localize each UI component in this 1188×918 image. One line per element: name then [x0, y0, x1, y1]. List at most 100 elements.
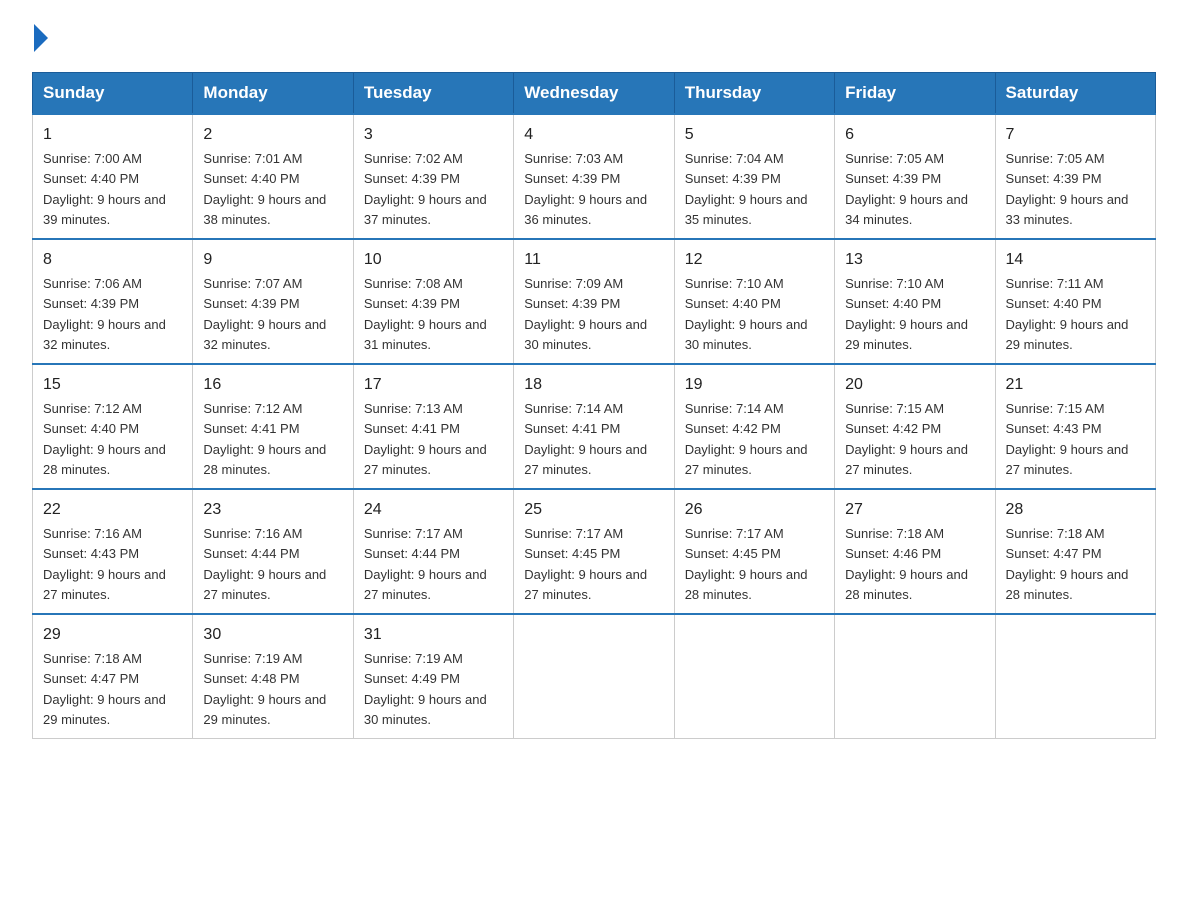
calendar-cell: 23 Sunrise: 7:16 AMSunset: 4:44 PMDayligh…	[193, 489, 353, 614]
day-number: 5	[685, 123, 824, 147]
calendar-cell: 27 Sunrise: 7:18 AMSunset: 4:46 PMDayligh…	[835, 489, 995, 614]
day-info: Sunrise: 7:14 AMSunset: 4:41 PMDaylight:…	[524, 401, 647, 477]
calendar-cell: 14Sunrise: 7:11 AMSunset: 4:40 PMDayligh…	[995, 239, 1155, 364]
calendar-cell: 6Sunrise: 7:05 AMSunset: 4:39 PMDaylight…	[835, 114, 995, 239]
day-number: 3	[364, 123, 503, 147]
day-info: Sunrise: 7:01 AMSunset: 4:40 PMDaylight:…	[203, 151, 326, 227]
day-info: Sunrise: 7:00 AMSunset: 4:40 PMDaylight:…	[43, 151, 166, 227]
calendar-cell: 31 Sunrise: 7:19 AMSunset: 4:49 PMDayligh…	[353, 614, 513, 739]
calendar-cell: 18 Sunrise: 7:14 AMSunset: 4:41 PMDayligh…	[514, 364, 674, 489]
calendar-cell: 5 Sunrise: 7:04 AMSunset: 4:39 PMDaylight…	[674, 114, 834, 239]
day-number: 12	[685, 248, 824, 272]
calendar-week-4: 22Sunrise: 7:16 AMSunset: 4:43 PMDayligh…	[33, 489, 1156, 614]
weekday-header-monday: Monday	[193, 73, 353, 115]
day-number: 18	[524, 373, 663, 397]
day-info: Sunrise: 7:03 AMSunset: 4:39 PMDaylight:…	[524, 151, 647, 227]
calendar-cell: 7 Sunrise: 7:05 AMSunset: 4:39 PMDaylight…	[995, 114, 1155, 239]
day-number: 14	[1006, 248, 1145, 272]
day-number: 11	[524, 248, 663, 272]
day-info: Sunrise: 7:05 AMSunset: 4:39 PMDaylight:…	[1006, 151, 1129, 227]
calendar-cell: 10 Sunrise: 7:08 AMSunset: 4:39 PMDayligh…	[353, 239, 513, 364]
day-number: 6	[845, 123, 984, 147]
day-info: Sunrise: 7:06 AMSunset: 4:39 PMDaylight:…	[43, 276, 166, 352]
day-number: 2	[203, 123, 342, 147]
day-number: 9	[203, 248, 342, 272]
page-header	[32, 24, 1156, 52]
calendar-week-1: 1 Sunrise: 7:00 AMSunset: 4:40 PMDaylight…	[33, 114, 1156, 239]
day-number: 17	[364, 373, 503, 397]
weekday-header-row: SundayMondayTuesdayWednesdayThursdayFrid…	[33, 73, 1156, 115]
day-info: Sunrise: 7:19 AMSunset: 4:49 PMDaylight:…	[364, 651, 487, 727]
day-info: Sunrise: 7:14 AMSunset: 4:42 PMDaylight:…	[685, 401, 808, 477]
day-info: Sunrise: 7:15 AMSunset: 4:43 PMDaylight:…	[1006, 401, 1129, 477]
day-number: 30	[203, 623, 342, 647]
calendar-cell	[835, 614, 995, 739]
calendar-cell: 8 Sunrise: 7:06 AMSunset: 4:39 PMDaylight…	[33, 239, 193, 364]
calendar-week-3: 15 Sunrise: 7:12 AMSunset: 4:40 PMDayligh…	[33, 364, 1156, 489]
calendar-cell: 17Sunrise: 7:13 AMSunset: 4:41 PMDayligh…	[353, 364, 513, 489]
calendar-cell: 30 Sunrise: 7:19 AMSunset: 4:48 PMDayligh…	[193, 614, 353, 739]
day-info: Sunrise: 7:12 AMSunset: 4:40 PMDaylight:…	[43, 401, 166, 477]
calendar-cell: 21 Sunrise: 7:15 AMSunset: 4:43 PMDayligh…	[995, 364, 1155, 489]
day-info: Sunrise: 7:09 AMSunset: 4:39 PMDaylight:…	[524, 276, 647, 352]
day-number: 16	[203, 373, 342, 397]
day-info: Sunrise: 7:10 AMSunset: 4:40 PMDaylight:…	[685, 276, 808, 352]
day-number: 23	[203, 498, 342, 522]
calendar-cell: 19 Sunrise: 7:14 AMSunset: 4:42 PMDayligh…	[674, 364, 834, 489]
day-number: 27	[845, 498, 984, 522]
day-number: 22	[43, 498, 182, 522]
day-info: Sunrise: 7:17 AMSunset: 4:45 PMDaylight:…	[524, 526, 647, 602]
day-number: 20	[845, 373, 984, 397]
calendar-cell: 26 Sunrise: 7:17 AMSunset: 4:45 PMDayligh…	[674, 489, 834, 614]
day-number: 7	[1006, 123, 1145, 147]
day-info: Sunrise: 7:08 AMSunset: 4:39 PMDaylight:…	[364, 276, 487, 352]
weekday-header-sunday: Sunday	[33, 73, 193, 115]
calendar-cell	[514, 614, 674, 739]
calendar-cell: 2 Sunrise: 7:01 AMSunset: 4:40 PMDaylight…	[193, 114, 353, 239]
day-number: 13	[845, 248, 984, 272]
day-info: Sunrise: 7:18 AMSunset: 4:46 PMDaylight:…	[845, 526, 968, 602]
calendar-cell	[674, 614, 834, 739]
day-number: 25	[524, 498, 663, 522]
weekday-header-friday: Friday	[835, 73, 995, 115]
day-info: Sunrise: 7:17 AMSunset: 4:45 PMDaylight:…	[685, 526, 808, 602]
calendar-week-5: 29Sunrise: 7:18 AMSunset: 4:47 PMDayligh…	[33, 614, 1156, 739]
day-info: Sunrise: 7:16 AMSunset: 4:44 PMDaylight:…	[203, 526, 326, 602]
day-info: Sunrise: 7:07 AMSunset: 4:39 PMDaylight:…	[203, 276, 326, 352]
day-number: 8	[43, 248, 182, 272]
calendar-cell: 3 Sunrise: 7:02 AMSunset: 4:39 PMDaylight…	[353, 114, 513, 239]
day-number: 21	[1006, 373, 1145, 397]
calendar-cell: 12 Sunrise: 7:10 AMSunset: 4:40 PMDayligh…	[674, 239, 834, 364]
calendar-cell: 4 Sunrise: 7:03 AMSunset: 4:39 PMDaylight…	[514, 114, 674, 239]
day-info: Sunrise: 7:19 AMSunset: 4:48 PMDaylight:…	[203, 651, 326, 727]
calendar-cell: 1 Sunrise: 7:00 AMSunset: 4:40 PMDaylight…	[33, 114, 193, 239]
day-info: Sunrise: 7:15 AMSunset: 4:42 PMDaylight:…	[845, 401, 968, 477]
calendar-cell: 28 Sunrise: 7:18 AMSunset: 4:47 PMDayligh…	[995, 489, 1155, 614]
weekday-header-thursday: Thursday	[674, 73, 834, 115]
day-number: 28	[1006, 498, 1145, 522]
calendar-cell: 11 Sunrise: 7:09 AMSunset: 4:39 PMDayligh…	[514, 239, 674, 364]
weekday-header-saturday: Saturday	[995, 73, 1155, 115]
day-number: 26	[685, 498, 824, 522]
logo	[32, 24, 50, 52]
calendar-week-2: 8 Sunrise: 7:06 AMSunset: 4:39 PMDaylight…	[33, 239, 1156, 364]
day-info: Sunrise: 7:10 AMSunset: 4:40 PMDaylight:…	[845, 276, 968, 352]
logo-triangle-icon	[34, 24, 48, 52]
weekday-header-tuesday: Tuesday	[353, 73, 513, 115]
day-number: 31	[364, 623, 503, 647]
day-number: 1	[43, 123, 182, 147]
day-number: 10	[364, 248, 503, 272]
calendar-cell: 20 Sunrise: 7:15 AMSunset: 4:42 PMDayligh…	[835, 364, 995, 489]
day-number: 15	[43, 373, 182, 397]
calendar-cell: 15 Sunrise: 7:12 AMSunset: 4:40 PMDayligh…	[33, 364, 193, 489]
calendar-cell: 16Sunrise: 7:12 AMSunset: 4:41 PMDayligh…	[193, 364, 353, 489]
calendar-cell: 22Sunrise: 7:16 AMSunset: 4:43 PMDayligh…	[33, 489, 193, 614]
day-number: 19	[685, 373, 824, 397]
day-number: 4	[524, 123, 663, 147]
calendar-cell	[995, 614, 1155, 739]
calendar-cell: 25 Sunrise: 7:17 AMSunset: 4:45 PMDayligh…	[514, 489, 674, 614]
day-info: Sunrise: 7:04 AMSunset: 4:39 PMDaylight:…	[685, 151, 808, 227]
day-info: Sunrise: 7:18 AMSunset: 4:47 PMDaylight:…	[1006, 526, 1129, 602]
calendar-cell: 29Sunrise: 7:18 AMSunset: 4:47 PMDayligh…	[33, 614, 193, 739]
day-info: Sunrise: 7:02 AMSunset: 4:39 PMDaylight:…	[364, 151, 487, 227]
